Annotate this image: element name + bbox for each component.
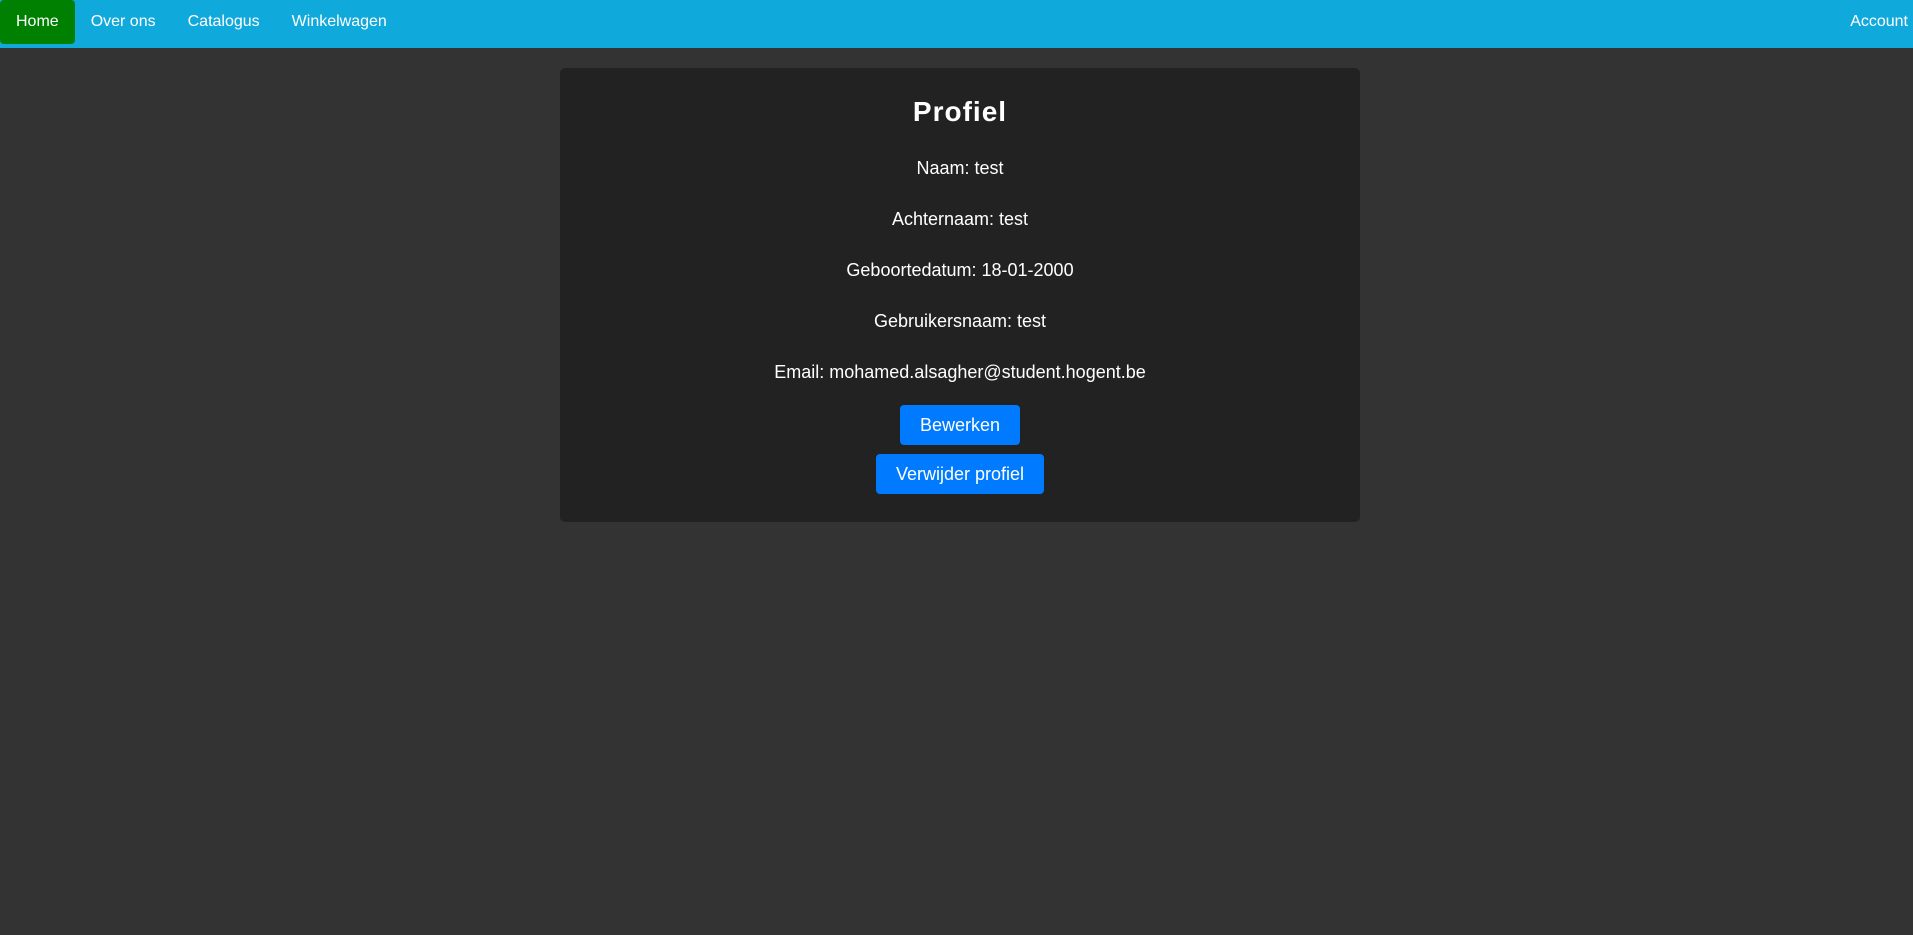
- nav-account[interactable]: Account: [1834, 0, 1913, 44]
- profile-naam: Naam: test: [916, 158, 1004, 178]
- profile-achternaam: Achternaam: test: [891, 209, 1029, 229]
- delete-profile-button[interactable]: Verwijder profiel: [876, 454, 1044, 494]
- profile-email: Email: mohamed.alsagher@student.hogent.b…: [774, 362, 1146, 382]
- profile-gebruikersnaam: Gebruikersnaam: test: [873, 311, 1047, 331]
- top-navbar: Home Over ons Catalogus Winkelwagen Acco…: [0, 0, 1913, 48]
- nav-winkelwagen[interactable]: Winkelwagen: [276, 0, 403, 44]
- edit-profile-button[interactable]: Bewerken: [900, 405, 1020, 445]
- profile-card: Profiel Naam: test Achternaam: test Gebo…: [560, 68, 1360, 522]
- profile-geboortedatum: Geboortedatum: 18-01-2000: [846, 260, 1074, 280]
- nav-catalogus[interactable]: Catalogus: [172, 0, 276, 44]
- nav-over-ons[interactable]: Over ons: [75, 0, 172, 44]
- profile-title: Profiel: [912, 96, 1008, 127]
- nav-home[interactable]: Home: [0, 0, 75, 44]
